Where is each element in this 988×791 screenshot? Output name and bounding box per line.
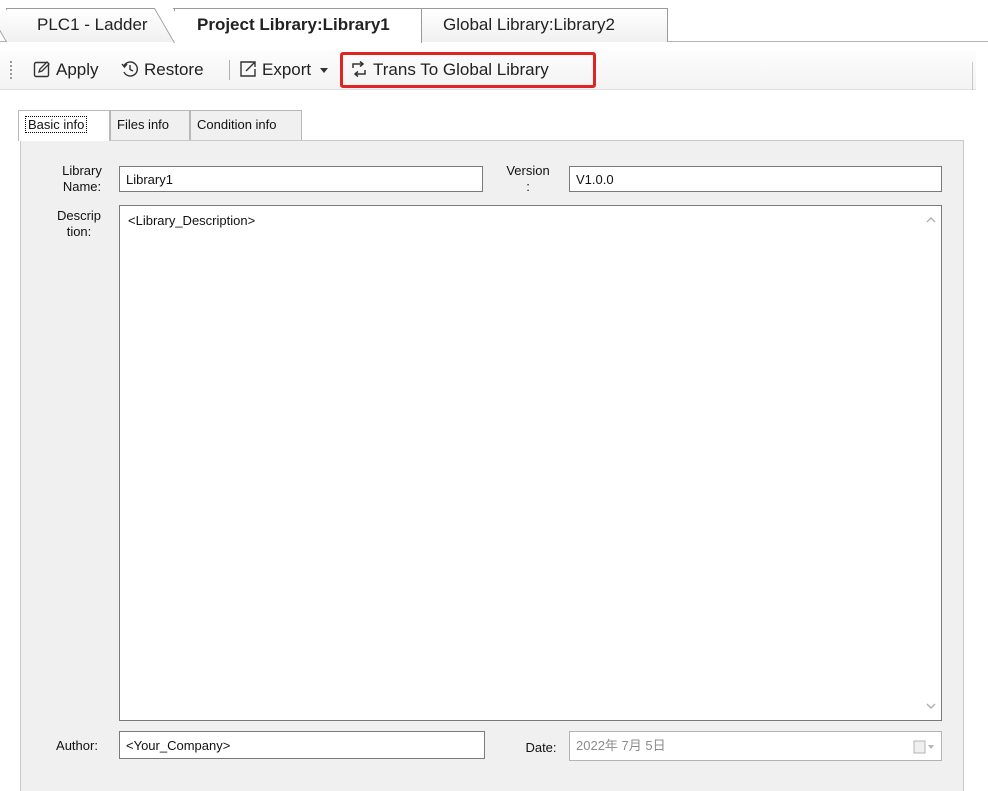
label-line: Library (62, 163, 102, 178)
tab-condition-info[interactable]: Condition info (190, 110, 302, 140)
tab-label: Basic info (25, 116, 88, 133)
edit-icon (33, 60, 50, 77)
tab-label: Project Library:Library1 (197, 15, 390, 34)
tab-label: Condition info (197, 117, 277, 132)
description-box: <Library_Description> (119, 205, 942, 721)
author-field[interactable] (119, 731, 485, 759)
trans-label: Trans To Global Library (373, 60, 549, 79)
description-scrollbar[interactable] (921, 206, 941, 720)
tab-label: PLC1 - Ladder (37, 15, 148, 34)
dropdown-arrow-icon[interactable] (319, 67, 328, 74)
trans-to-global-library-button[interactable]: Trans To Global Library (349, 58, 549, 82)
export-label: Export (262, 60, 312, 79)
calendar-dropdown-icon[interactable] (913, 739, 935, 755)
tab-global-library[interactable]: Global Library:Library2 (416, 8, 668, 42)
toolbar-separator (229, 60, 230, 80)
toolbar-grip[interactable] (10, 61, 12, 79)
author-label: Author: (56, 738, 98, 753)
version-field[interactable] (569, 166, 942, 192)
toolbar: Apply Restore Export Trans To Global Lib… (0, 50, 976, 90)
editor-tab-bar: PLC1 - Ladder Global Library:Library2 Pr… (0, 0, 988, 44)
tab-plc1-ladder[interactable]: PLC1 - Ladder (6, 8, 180, 42)
tab-label: Global Library:Library2 (443, 15, 615, 34)
restore-icon (121, 60, 139, 77)
transfer-icon (352, 60, 366, 77)
library-name-label: Library Name: (52, 163, 112, 195)
restore-label: Restore (144, 60, 204, 79)
tab-label: Files info (117, 117, 170, 132)
scroll-down-icon[interactable] (925, 700, 937, 712)
label-line: : (526, 179, 530, 194)
version-label: Version : (495, 163, 561, 195)
export-icon (240, 60, 256, 77)
toolbar-right-border (972, 62, 973, 90)
restore-button[interactable]: Restore (120, 58, 204, 82)
label-line: Descrip (56, 208, 102, 223)
date-picker[interactable]: 2022年 7月 5日 (569, 731, 942, 761)
apply-button[interactable]: Apply (32, 58, 99, 82)
description-label: Descrip tion: (48, 208, 110, 240)
tab-files-info[interactable]: Files info (110, 110, 190, 140)
description-field[interactable]: <Library_Description> (120, 206, 922, 720)
tab-project-library[interactable]: Project Library:Library1 (174, 8, 422, 43)
label-line: Name: (62, 179, 102, 194)
library-name-field[interactable] (119, 166, 483, 192)
export-button[interactable]: Export (238, 58, 328, 82)
scroll-up-icon[interactable] (925, 214, 937, 226)
label-line: tion: (66, 224, 92, 239)
apply-label: Apply (56, 60, 99, 79)
date-value: 2022年 7月 5日 (576, 738, 666, 753)
tab-basic-info[interactable]: Basic info (18, 110, 110, 141)
date-label: Date: (525, 740, 557, 755)
label-line: Version (506, 163, 550, 178)
